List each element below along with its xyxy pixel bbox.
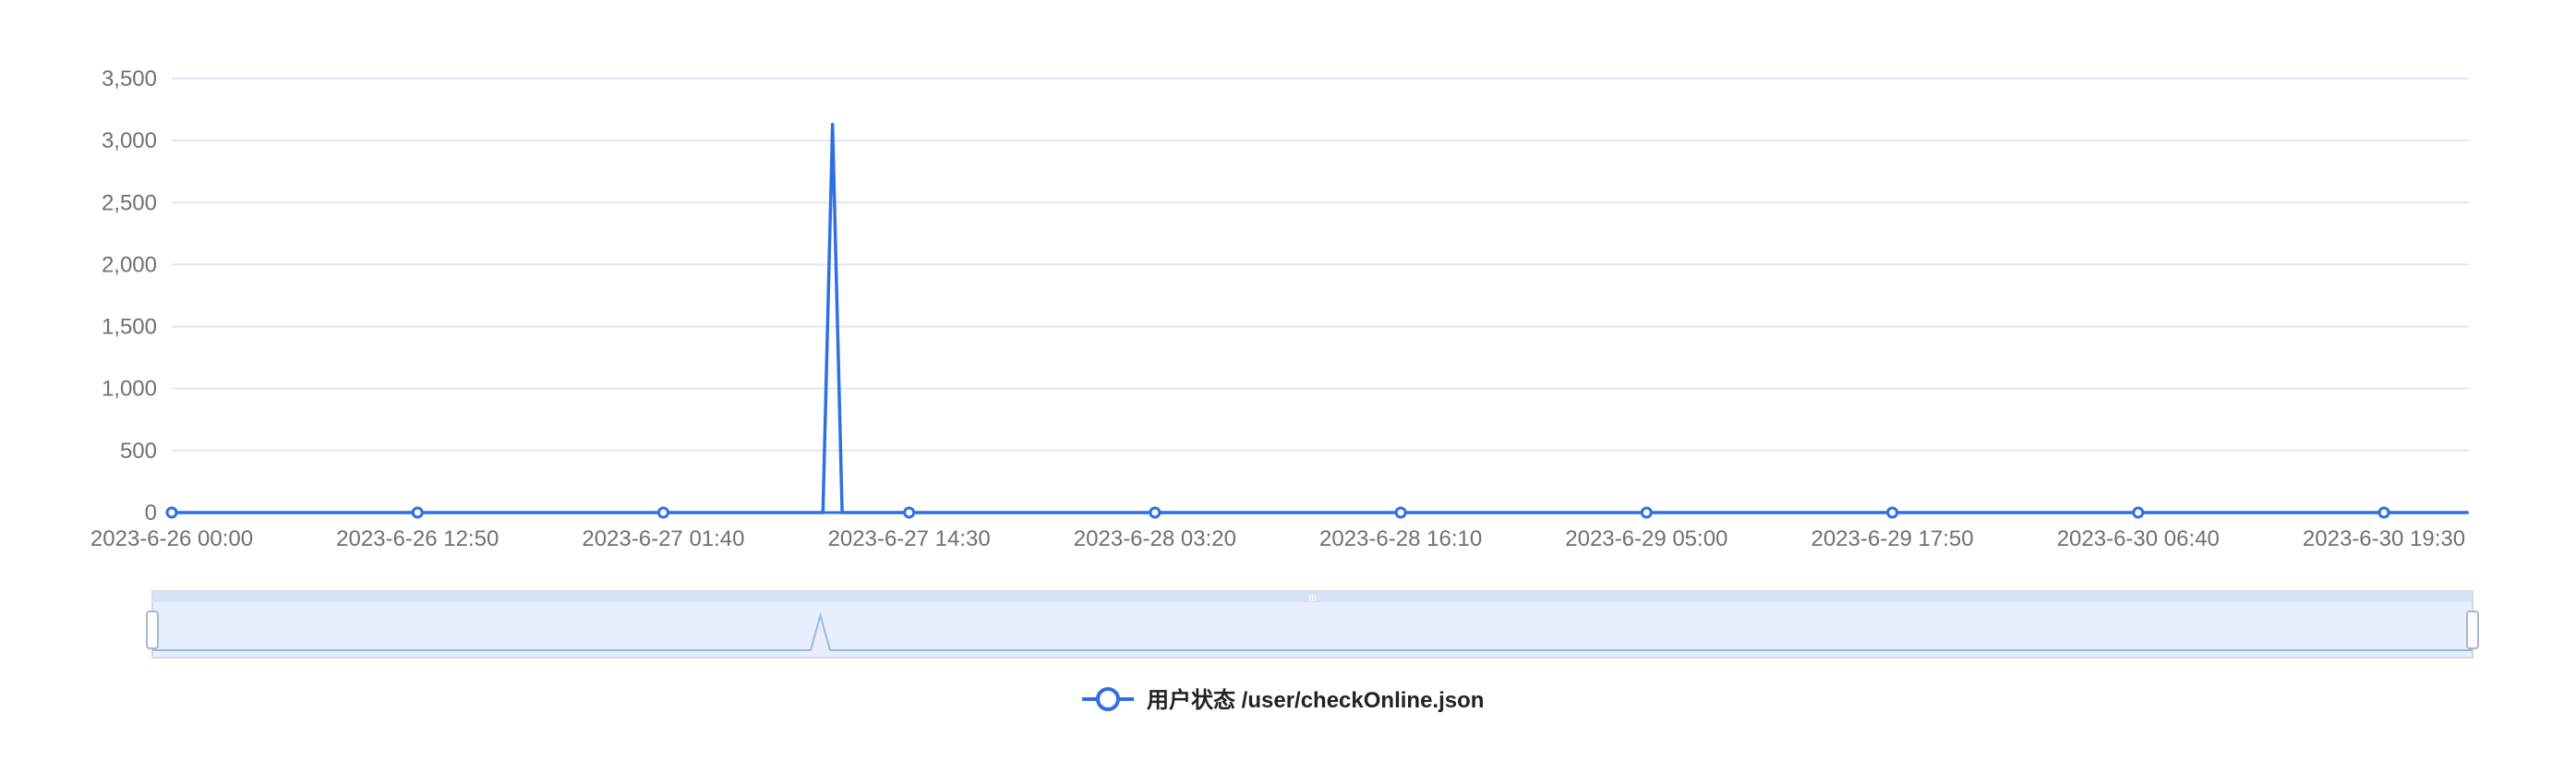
y-tick-label: 1,000: [102, 377, 157, 402]
x-tick-label: 2023-6-26 12:50: [336, 526, 499, 551]
x-tick-label: 2023-6-27 01:40: [582, 526, 744, 551]
y-tick-label: 500: [120, 439, 157, 464]
y-tick-label: 0: [145, 501, 157, 525]
legend-series-label[interactable]: 用户状态 /user/checkOnline.json: [1147, 687, 1484, 713]
legend-circle-symbol[interactable]: [1096, 687, 1120, 711]
y-axis-labels: 0 500 1,000 1,500 2,000 2,500 3,000 3,500: [102, 66, 157, 525]
y-tick-label: 1,500: [102, 315, 157, 340]
zoom-handle-left[interactable]: [146, 610, 159, 649]
data-point-marker[interactable]: [1886, 506, 1899, 519]
data-point-marker[interactable]: [1394, 506, 1407, 519]
data-point-marker[interactable]: [903, 506, 916, 519]
grid-lines: [172, 78, 2469, 452]
y-tick-label: 3,500: [102, 66, 157, 91]
x-axis: 2023-6-26 00:00 2023-6-26 12:50 2023-6-27 …: [90, 511, 2469, 551]
x-tick-label: 2023-6-26 00:00: [90, 526, 253, 551]
x-tick-label: 2023-6-29 05:00: [1565, 526, 1727, 551]
zoom-handle-right[interactable]: [2466, 610, 2479, 649]
y-tick-label: 2,500: [102, 190, 157, 215]
zoom-move-handle-label[interactable]: III: [1308, 594, 1316, 604]
data-point-marker[interactable]: [2132, 506, 2145, 519]
data-zoom-slider[interactable]: III: [146, 590, 2479, 658]
data-point-marker[interactable]: [1640, 506, 1653, 519]
data-point-marker[interactable]: [411, 506, 424, 519]
data-point-marker[interactable]: [656, 506, 669, 519]
y-tick-label: 3,000: [102, 128, 157, 153]
legend[interactable]: 用户状态 /user/checkOnline.json: [1082, 687, 1484, 713]
line-chart: 0 500 1,000 1,500 2,000 2,500 3,000 3,500 2023-…: [90, 66, 2479, 713]
x-tick-label: 2023-6-27 14:30: [828, 526, 991, 551]
x-tick-label: 2023-6-30 19:30: [2303, 526, 2465, 551]
data-point-marker[interactable]: [1149, 506, 1162, 519]
y-tick-label: 2,000: [102, 252, 157, 277]
x-tick-label: 2023-6-28 16:10: [1319, 526, 1482, 551]
data-point-marker[interactable]: [165, 506, 178, 519]
chart-container: 0 500 1,000 1,500 2,000 2,500 3,000 3,500 2023-…: [0, 0, 2576, 761]
x-tick-label: 2023-6-28 03:20: [1074, 526, 1236, 551]
data-point-marker[interactable]: [2377, 506, 2390, 519]
series-line: [172, 122, 2467, 514]
x-tick-label: 2023-6-29 17:50: [1811, 526, 1973, 551]
x-tick-label: 2023-6-30 06:40: [2057, 526, 2220, 551]
series-layer: [165, 122, 2467, 519]
